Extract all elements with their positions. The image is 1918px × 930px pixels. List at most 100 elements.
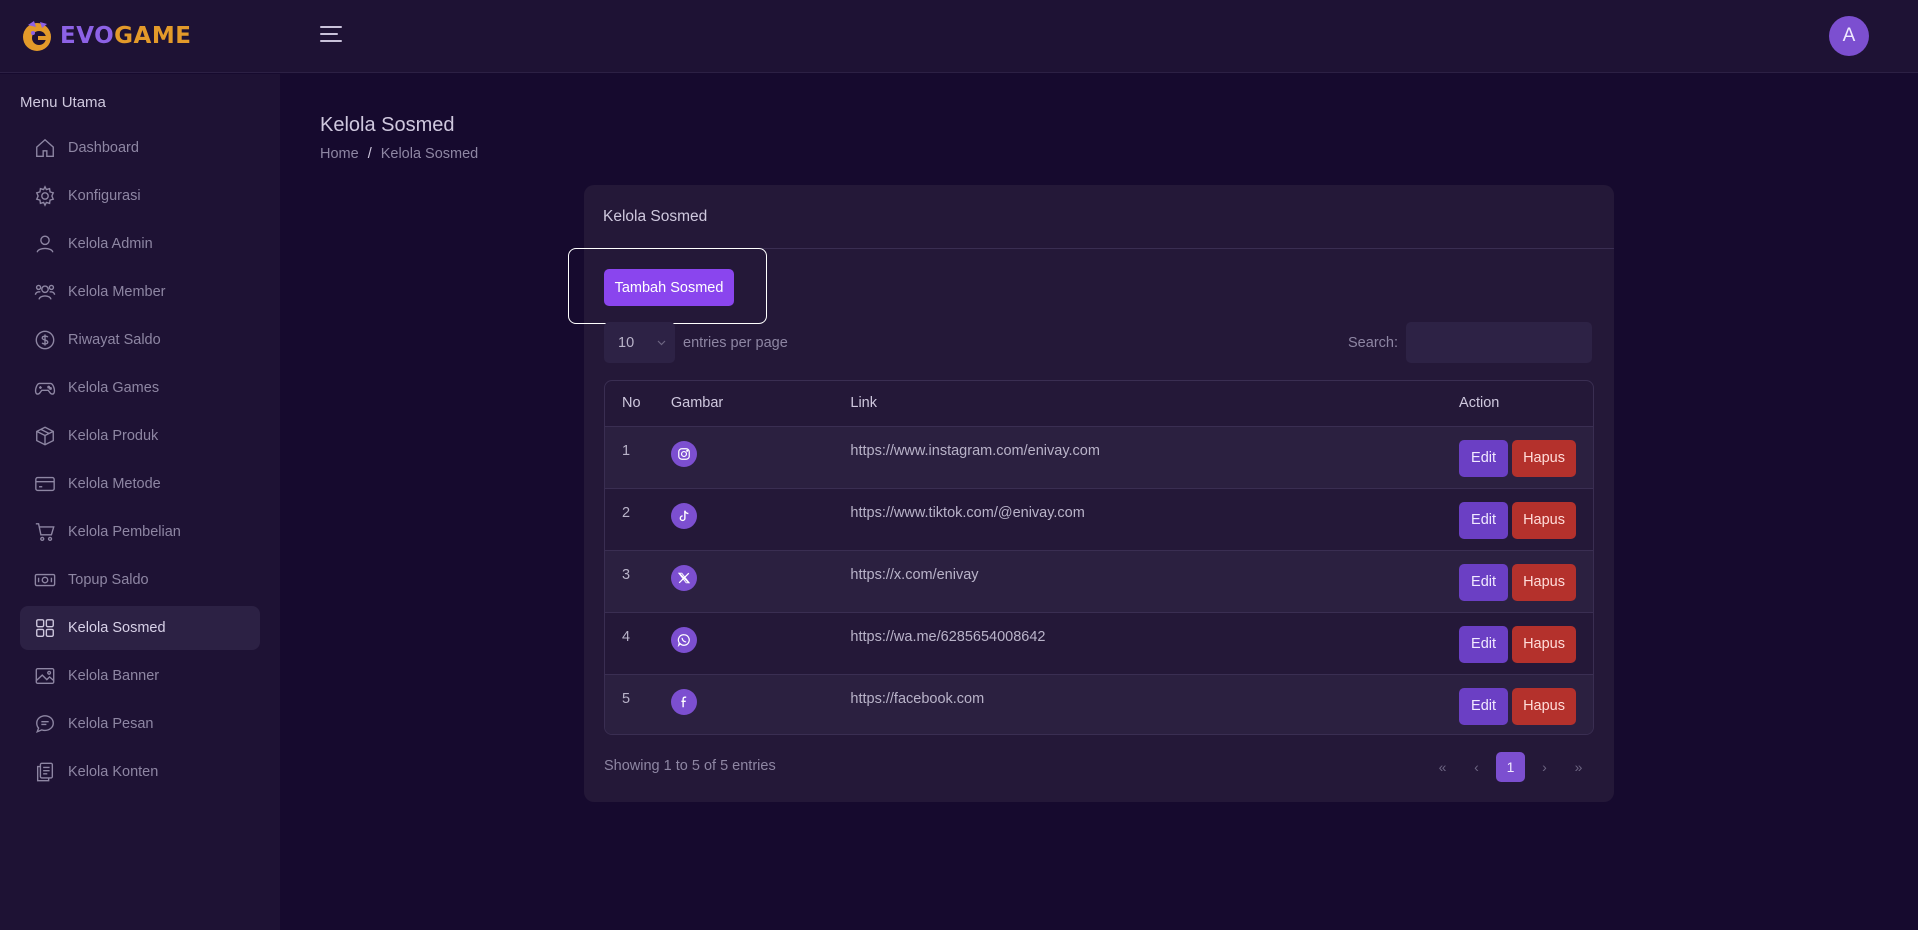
table-row: 1 https://www.instagram.com/enivay.com E… bbox=[605, 426, 1593, 488]
row-actions: Edit Hapus bbox=[1459, 439, 1593, 477]
sidebar-item-topup-saldo[interactable]: Topup Saldo bbox=[20, 558, 260, 602]
sidebar-item-kelola-games[interactable]: Kelola Games bbox=[20, 366, 260, 410]
sidebar-item-label: Kelola Sosmed bbox=[68, 620, 166, 636]
table-info: Showing 1 to 5 of 5 entries bbox=[604, 758, 776, 774]
add-sosmed-button[interactable]: Tambah Sosmed bbox=[604, 269, 734, 306]
delete-button[interactable]: Hapus bbox=[1512, 625, 1577, 663]
sidebar-item-konfigurasi[interactable]: Konfigurasi bbox=[20, 174, 260, 218]
sidebar-item-kelola-pembelian[interactable]: Kelola Pembelian bbox=[20, 510, 260, 554]
delete-button[interactable]: Hapus bbox=[1512, 563, 1577, 601]
entries-per-page-select[interactable]: 10 bbox=[604, 322, 675, 363]
edit-button[interactable]: Edit bbox=[1459, 501, 1509, 539]
table-cell: Edit Hapus bbox=[1459, 674, 1593, 734]
cell-no: 1 bbox=[622, 442, 631, 459]
row-actions: Edit Hapus bbox=[1459, 625, 1593, 663]
home-icon bbox=[36, 138, 54, 157]
cart-icon bbox=[35, 523, 55, 542]
sidebar-item-kelola-member[interactable]: Kelola Member bbox=[20, 270, 260, 314]
search-input[interactable] bbox=[1406, 322, 1592, 363]
cell-link: https://x.com/enivay bbox=[850, 566, 979, 583]
row-actions: Edit Hapus bbox=[1459, 687, 1593, 725]
sidebar-item-label: Kelola Pembelian bbox=[68, 524, 181, 540]
pagination-page-1[interactable]: 1 bbox=[1496, 752, 1525, 782]
menu-toggle-icon[interactable] bbox=[320, 26, 342, 46]
pagination-first-button[interactable]: « bbox=[1428, 752, 1457, 782]
table-cell bbox=[670, 426, 851, 488]
svg bbox=[678, 447, 690, 460]
pagination-prev-button[interactable]: ‹ bbox=[1462, 752, 1491, 782]
table-cell bbox=[670, 674, 851, 734]
sidebar-item-label: Kelola Konten bbox=[68, 764, 159, 780]
pagination-last-button[interactable]: » bbox=[1564, 752, 1593, 782]
table-cell: Edit Hapus bbox=[1459, 426, 1593, 488]
sidebar-item-label: Riwayat Saldo bbox=[68, 332, 161, 348]
whatsapp-icon bbox=[670, 626, 697, 653]
cell-no: 2 bbox=[622, 504, 631, 521]
cell-link: https://wa.me/6285654008642 bbox=[850, 628, 1046, 645]
credit-card-icon bbox=[35, 476, 55, 492]
message-icon bbox=[36, 715, 54, 734]
pagination-next-button[interactable]: › bbox=[1530, 752, 1559, 782]
cell-link: https://facebook.com bbox=[850, 690, 985, 707]
column-header-no[interactable]: No bbox=[605, 381, 671, 427]
delete-button[interactable]: Hapus bbox=[1512, 501, 1577, 539]
path bbox=[681, 637, 687, 643]
delete-button[interactable]: Hapus bbox=[1512, 687, 1577, 725]
table-cell: Edit Hapus bbox=[1459, 612, 1593, 674]
sidebar-item-kelola-admin[interactable]: Kelola Admin bbox=[20, 222, 260, 266]
path bbox=[679, 510, 686, 521]
sidebar-item-dashboard[interactable]: Dashboard bbox=[20, 126, 260, 170]
circle bbox=[680, 450, 687, 457]
sidebar-item-label: Dashboard bbox=[68, 140, 139, 156]
search-control: Search: bbox=[1348, 322, 1592, 363]
sidebar-item-label: Konfigurasi bbox=[68, 188, 141, 204]
path bbox=[678, 572, 690, 583]
breadcrumb-home-link[interactable]: Home bbox=[320, 146, 359, 162]
cell-link: https://www.instagram.com/enivay.com bbox=[850, 442, 1100, 459]
entries-per-page-value: 10 bbox=[618, 334, 635, 351]
page-title: Kelola Sosmed bbox=[320, 114, 455, 136]
delete-button[interactable]: Hapus bbox=[1512, 439, 1577, 477]
sidebar-item-kelola-konten[interactable]: Kelola Konten bbox=[20, 750, 260, 794]
edit-button[interactable]: Edit bbox=[1459, 563, 1509, 601]
tiktok-icon bbox=[670, 502, 697, 529]
user-avatar[interactable]: A bbox=[1829, 16, 1869, 56]
sidebar-item-kelola-metode[interactable]: Kelola Metode bbox=[20, 462, 260, 506]
entries-per-page-label: entries per page bbox=[683, 334, 788, 351]
table-header-row: No Gambar Link Action bbox=[605, 381, 1593, 427]
box-icon bbox=[36, 426, 54, 446]
sidebar-item-label: Kelola Banner bbox=[68, 668, 160, 684]
table-row: 2 https://www.tiktok.com/@enivay.com Edi… bbox=[605, 488, 1593, 550]
brand-name-evo: EVO bbox=[60, 23, 115, 49]
sosmed-table: No Gambar Link Action 1 https://www.inst… bbox=[604, 380, 1594, 735]
breadcrumb: Home / Kelola Sosmed bbox=[320, 146, 478, 162]
cell-link: https://www.tiktok.com/@enivay.com bbox=[850, 504, 1085, 521]
hamburger-line bbox=[320, 26, 342, 28]
menu-title: Menu Utama bbox=[20, 94, 106, 111]
edit-button[interactable]: Edit bbox=[1459, 625, 1509, 663]
column-header-gambar[interactable]: Gambar bbox=[670, 381, 851, 427]
brand-name: EVOGAME bbox=[60, 23, 191, 49]
sidebar-item-riwayat-saldo[interactable]: Riwayat Saldo bbox=[20, 318, 260, 362]
sidebar: Menu Utama Dashboard Konfigurasi Kelola … bbox=[0, 74, 280, 930]
edit-button[interactable]: Edit bbox=[1459, 687, 1509, 725]
user-icon bbox=[36, 235, 54, 253]
edit-button[interactable]: Edit bbox=[1459, 439, 1509, 477]
sidebar-item-label: Kelola Produk bbox=[68, 428, 159, 444]
breadcrumb-current: Kelola Sosmed bbox=[380, 146, 479, 162]
logo-mark-icon bbox=[23, 21, 51, 51]
sidebar-item-kelola-pesan[interactable]: Kelola Pesan bbox=[20, 702, 260, 746]
path bbox=[677, 633, 690, 647]
top-header: EVOGAME A bbox=[0, 0, 1918, 73]
brand-name-game: GAME bbox=[114, 23, 192, 49]
sidebar-item-kelola-sosmed[interactable]: Kelola Sosmed bbox=[20, 606, 260, 650]
brand-logo[interactable]: EVOGAME bbox=[20, 18, 191, 54]
sidebar-item-kelola-banner[interactable]: Kelola Banner bbox=[20, 654, 260, 698]
hamburger-line bbox=[320, 40, 342, 42]
svg bbox=[677, 572, 691, 583]
cell-no: 3 bbox=[622, 566, 631, 583]
money-icon bbox=[34, 573, 56, 587]
column-header-link[interactable]: Link bbox=[850, 381, 1460, 427]
sidebar-item-kelola-produk[interactable]: Kelola Produk bbox=[20, 414, 260, 458]
grid-icon bbox=[36, 619, 54, 637]
